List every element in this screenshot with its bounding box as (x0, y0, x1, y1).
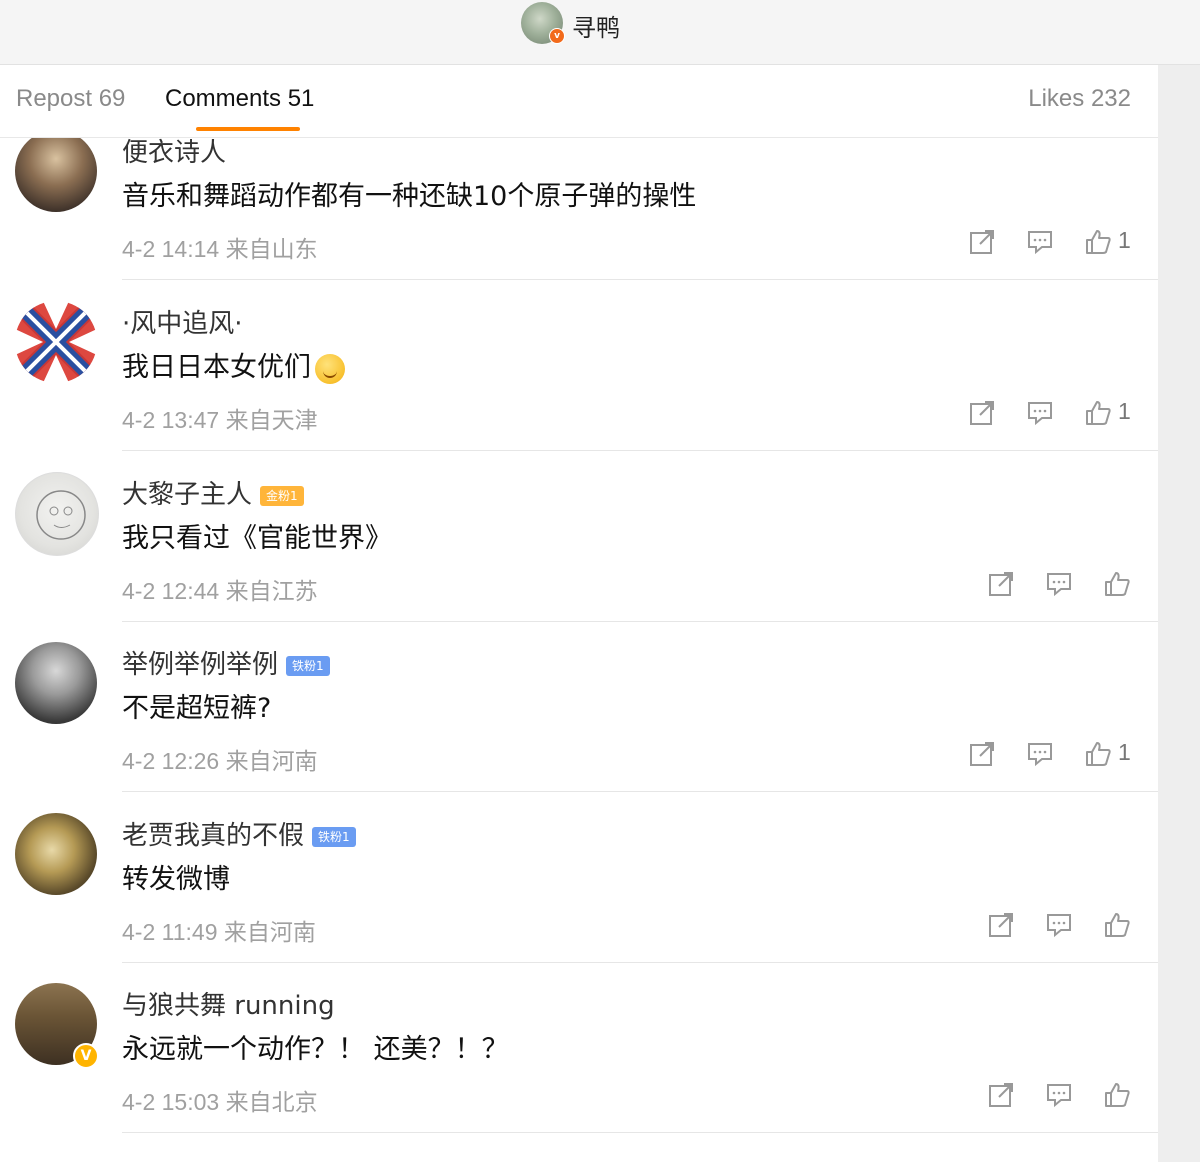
avatar[interactable] (15, 472, 99, 556)
active-tab-indicator (196, 127, 300, 131)
avatar[interactable] (15, 813, 97, 895)
comment-username: 举例举例举例 铁粉1 (122, 644, 330, 681)
like-count: 1 (1118, 398, 1131, 424)
avatar[interactable] (15, 130, 97, 212)
comment-meta: 4-2 14:14 来自山东 (122, 236, 318, 262)
comment-item: V 与狼共舞 running 永远就一个动作？！ 还美？！？ 4-2 15:03… (0, 963, 1158, 1133)
comment-text: 永远就一个动作？！ 还美？！？ (122, 1034, 509, 1065)
like-icon[interactable] (1103, 911, 1131, 939)
smirk-emoji-icon (315, 353, 345, 384)
comment-icon[interactable] (1045, 570, 1073, 598)
avatar[interactable] (15, 642, 97, 724)
avatar[interactable] (15, 301, 97, 383)
tab-likes[interactable]: Likes 232 (1028, 85, 1131, 113)
comment-icon[interactable] (1045, 1081, 1073, 1109)
share-icon[interactable] (968, 399, 996, 427)
comment-text: 不是超短裤? (122, 693, 272, 724)
comment-item: ·风中追风· 我日日本女优们 4-2 13:47 来自天津 1 (0, 281, 1158, 451)
like-icon[interactable] (1084, 228, 1112, 256)
share-icon[interactable] (987, 911, 1015, 939)
like-icon[interactable] (1084, 399, 1112, 427)
share-icon[interactable] (987, 1081, 1015, 1109)
top-bar: v 寻鸭 (0, 0, 1200, 65)
tab-comments[interactable]: Comments 51 (165, 85, 314, 113)
iron-fan-badge: 铁粉1 (312, 826, 356, 847)
comment-username[interactable]: 与狼共舞 running (122, 985, 335, 1022)
share-icon[interactable] (987, 570, 1015, 598)
like-count: 1 (1118, 227, 1131, 253)
comment-text: 音乐和舞蹈动作都有一种还缺10个原子弹的操性 (122, 181, 697, 212)
verified-icon: v (549, 28, 565, 44)
comment-meta: 4-2 11:49 来自河南 (122, 919, 316, 945)
divider (122, 791, 1158, 792)
comment-text: 我只看过《官能世界》 (122, 523, 392, 554)
comment-text-content: 我日日本女优们 (122, 352, 311, 383)
username-text[interactable]: 举例举例举例 (122, 650, 278, 680)
comment-item: 大黎子主人 金粉1 我只看过《官能世界》 4-2 12:44 来自江苏 (0, 452, 1158, 622)
tab-bar-overlay: Repost 69 Comments 51 Likes 232 (0, 65, 1158, 138)
tab-repost[interactable]: Repost 69 (16, 85, 125, 113)
comment-text: 转发微博 (122, 864, 230, 895)
gold-fan-badge: 金粉1 (260, 485, 304, 506)
divider (122, 1132, 1158, 1133)
comment-icon[interactable] (1026, 399, 1054, 427)
comment-meta: 4-2 12:44 来自江苏 (122, 578, 318, 604)
comment-text: 我日日本女优们 (122, 345, 345, 384)
share-icon[interactable] (968, 740, 996, 768)
comment-username: 大黎子主人 金粉1 (122, 474, 304, 511)
comment-icon[interactable] (1045, 911, 1073, 939)
comment-item: 举例举例举例 铁粉1 不是超短裤? 4-2 12:26 来自河南 1 (0, 622, 1158, 792)
page-title: 寻鸭 (572, 14, 620, 42)
comment-meta: 4-2 13:47 来自天津 (122, 407, 318, 433)
like-icon[interactable] (1103, 1081, 1131, 1109)
flag-avatar-image (15, 301, 97, 383)
comment-username: 老贾我真的不假 铁粉1 (122, 815, 356, 852)
like-icon[interactable] (1103, 570, 1131, 598)
comment-meta: 4-2 15:03 来自北京 (122, 1089, 318, 1115)
comment-item: 老贾我真的不假 铁粉1 转发微博 4-2 11:49 来自河南 (0, 793, 1158, 963)
like-count: 1 (1118, 739, 1131, 765)
comment-meta: 4-2 12:26 来自河南 (122, 748, 318, 774)
scroll-gutter (1158, 65, 1200, 1162)
sketch-face-image (36, 490, 86, 540)
username-text[interactable]: 老贾我真的不假 (122, 821, 304, 851)
comment-username[interactable]: ·风中追风· (122, 303, 243, 340)
share-icon[interactable] (968, 228, 996, 256)
divider (122, 450, 1158, 451)
like-icon[interactable] (1084, 740, 1112, 768)
verified-icon: V (73, 1043, 99, 1069)
comment-icon[interactable] (1026, 228, 1054, 256)
username-text[interactable]: 大黎子主人 (122, 480, 252, 510)
divider (122, 279, 1158, 280)
comment-icon[interactable] (1026, 740, 1054, 768)
iron-fan-badge: 铁粉1 (286, 655, 330, 676)
